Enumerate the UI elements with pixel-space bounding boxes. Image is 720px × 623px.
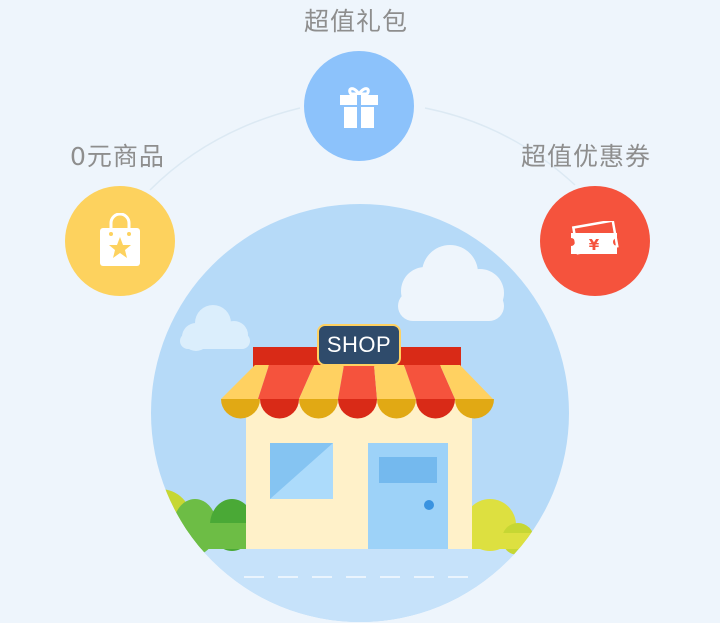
coupons-label: 超值优惠券 [521,142,652,171]
yuan-coupon-icon: ¥ [568,221,622,261]
gift-icon [335,82,383,130]
gift-label: 超值礼包 [304,7,409,36]
shop-sign: SHOP [317,324,401,366]
free-goods-label: 0元商品 [70,142,165,171]
gift-button[interactable] [304,51,414,161]
svg-text:¥: ¥ [589,236,600,254]
shop-sign-text: SHOP [326,332,392,357]
shop-scene [151,204,569,622]
shopping-bag-icon [95,213,145,269]
